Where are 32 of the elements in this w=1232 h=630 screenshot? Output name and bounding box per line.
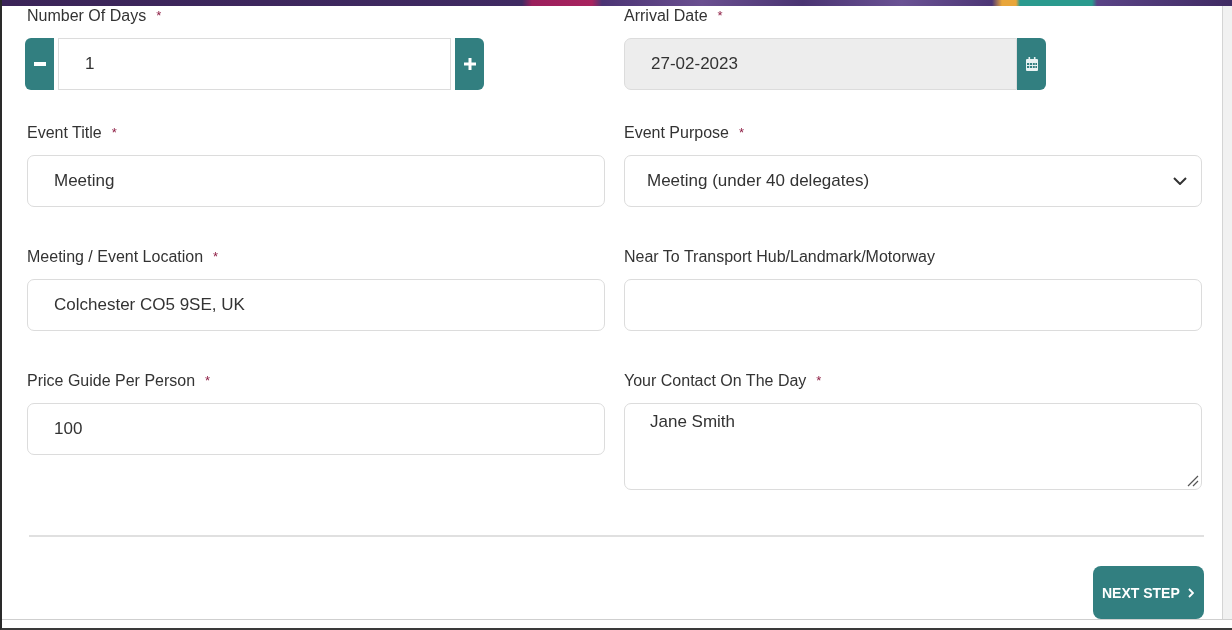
- required-mark: *: [156, 7, 162, 25]
- field-label: Arrival Date: [624, 6, 708, 26]
- plus-icon: [463, 58, 476, 70]
- required-mark: *: [111, 124, 117, 142]
- increment-button[interactable]: [455, 38, 484, 90]
- required-mark: *: [213, 248, 219, 266]
- minus-icon: [33, 62, 46, 66]
- calendar-button[interactable]: [1017, 38, 1046, 90]
- field-label: Number Of Days: [27, 6, 147, 26]
- field-label: Event Title: [27, 123, 102, 143]
- required-mark: *: [816, 372, 822, 390]
- next-step-button[interactable]: NEXT STEP: [1093, 566, 1204, 619]
- resize-grip-icon[interactable]: [1187, 475, 1199, 487]
- chevron-down-icon: [1173, 177, 1187, 185]
- textarea-field[interactable]: Jane Smith: [624, 403, 1202, 490]
- text-field[interactable]: Meeting: [27, 155, 605, 207]
- required-mark: *: [738, 124, 744, 142]
- required-mark: *: [205, 372, 211, 390]
- text-field[interactable]: Colchester CO5 9SE, UK: [27, 279, 605, 331]
- text-field[interactable]: [624, 279, 1202, 331]
- decrement-button[interactable]: [25, 38, 54, 90]
- field-label: Near To Transport Hub/Landmark/Motorway: [624, 247, 935, 267]
- field-label: Meeting / Event Location: [27, 247, 204, 267]
- chevron-right-icon: [1187, 587, 1194, 598]
- dropdown-select[interactable]: Meeting (under 40 delegates): [624, 155, 1202, 207]
- field-label: Event Purpose: [624, 123, 729, 143]
- text-field[interactable]: 100: [27, 403, 605, 455]
- field-label: Your Contact On The Day: [624, 371, 807, 391]
- required-mark: *: [717, 7, 723, 25]
- field-label: Price Guide Per Person: [27, 371, 196, 391]
- calendar-icon: [1025, 57, 1038, 71]
- number-field[interactable]: 1: [58, 38, 451, 90]
